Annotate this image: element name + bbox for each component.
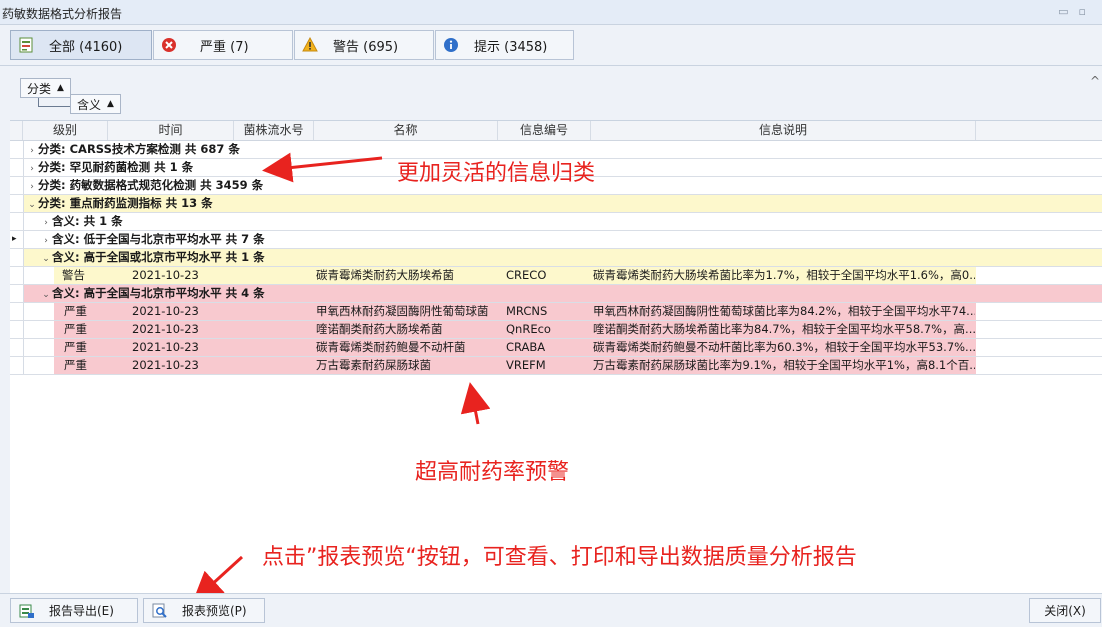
annotation-arrows: [192, 152, 491, 603]
preview-magnifier-icon: [152, 603, 168, 619]
export-spreadsheet-icon: [19, 603, 35, 619]
arrow-to-severe-rows: [460, 382, 491, 425]
arrow-to-groups: [262, 152, 383, 183]
report-preview-label: 报表预览(P): [182, 604, 247, 618]
export-report-label: 报告导出(E): [49, 604, 114, 618]
annotation-warning: 超高耐药率预警: [415, 460, 570, 485]
annotation-preview: 点击”报表预览“按钮，可查看、打印和导出数据质量分析报告: [262, 545, 857, 570]
export-report-button[interactable]: 报告导出(E): [10, 598, 138, 623]
close-label: 关闭(X): [1044, 604, 1086, 618]
arrow-to-preview-button: [192, 555, 244, 603]
bottom-toolbar: 报告导出(E) 报表预览(P) 关闭(X): [0, 593, 1102, 627]
close-button[interactable]: 关闭(X): [1029, 598, 1101, 623]
annotation-classification: 更加灵活的信息归类: [397, 161, 596, 186]
report-preview-button[interactable]: 报表预览(P): [143, 598, 265, 623]
